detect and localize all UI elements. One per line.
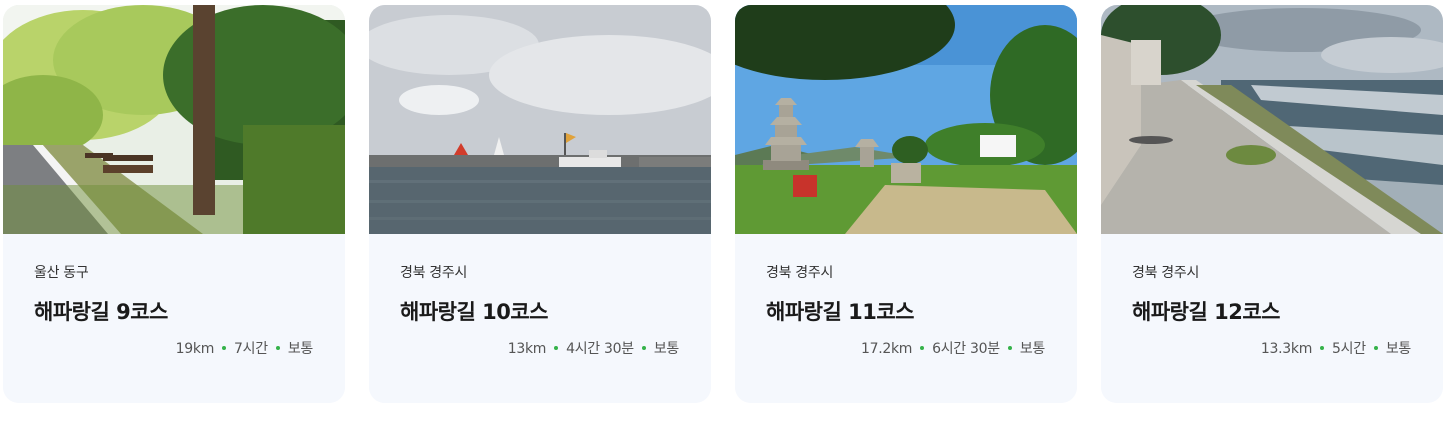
course-difficulty: 보통 — [287, 341, 313, 357]
harbor-photo — [369, 5, 711, 234]
separator-dot-icon — [222, 346, 227, 350]
separator-dot-icon — [920, 346, 925, 350]
separator-dot-icon — [1007, 346, 1012, 350]
pagoda-photo — [735, 5, 1077, 234]
course-info: 경북 경주시 해파랑길 12코스 13.3km 5시간 보통 — [1101, 234, 1443, 403]
course-duration: 5시간 — [1332, 341, 1366, 357]
separator-dot-icon — [554, 346, 559, 350]
course-card-12[interactable]: 경북 경주시 해파랑길 12코스 13.3km 5시간 보통 — [1101, 5, 1443, 403]
coastal-path-photo — [1101, 5, 1443, 234]
course-duration: 4시간 30분 — [566, 341, 634, 357]
separator-dot-icon — [275, 346, 280, 350]
course-distance: 19km — [175, 341, 215, 357]
separator-dot-icon — [1373, 346, 1378, 350]
course-region: 경북 경주시 — [1132, 265, 1200, 281]
park-path-photo — [3, 5, 345, 234]
course-card-list: 울산 동구 해파랑길 9코스 19km 7시간 보통 경북 경주시 해파랑길 1… — [0, 0, 1452, 435]
course-card-10[interactable]: 경북 경주시 해파랑길 10코스 13km 4시간 30분 보통 — [369, 5, 711, 403]
course-title[interactable]: 해파랑길 9코스 — [34, 296, 168, 326]
course-difficulty: 보통 — [653, 341, 679, 357]
course-region: 경북 경주시 — [766, 265, 834, 281]
course-meta: 19km 7시간 보통 — [175, 338, 314, 358]
course-distance: 17.2km — [860, 341, 913, 357]
course-region: 울산 동구 — [34, 265, 89, 281]
course-meta: 13.3km 5시간 보통 — [1261, 338, 1411, 358]
course-info: 경북 경주시 해파랑길 10코스 13km 4시간 30분 보통 — [369, 234, 711, 403]
course-info: 울산 동구 해파랑길 9코스 19km 7시간 보통 — [3, 234, 345, 403]
course-card-11[interactable]: 경북 경주시 해파랑길 11코스 17.2km 6시간 30분 보통 — [735, 5, 1077, 403]
course-difficulty: 보통 — [1019, 341, 1045, 357]
course-card-9[interactable]: 울산 동구 해파랑길 9코스 19km 7시간 보통 — [3, 5, 345, 403]
course-duration: 6시간 30분 — [932, 341, 1000, 357]
course-region: 경북 경주시 — [400, 265, 468, 281]
course-title[interactable]: 해파랑길 12코스 — [1132, 296, 1280, 326]
course-difficulty: 보통 — [1385, 341, 1411, 357]
course-duration: 7시간 — [234, 341, 268, 357]
course-distance: 13km — [507, 341, 547, 357]
course-photo[interactable] — [1101, 5, 1443, 234]
course-distance: 13.3km — [1260, 341, 1313, 357]
course-title[interactable]: 해파랑길 11코스 — [766, 296, 914, 326]
course-photo[interactable] — [3, 5, 345, 234]
course-photo[interactable] — [369, 5, 711, 234]
course-meta: 17.2km 6시간 30분 보통 — [861, 338, 1045, 358]
course-title[interactable]: 해파랑길 10코스 — [400, 296, 548, 326]
course-info: 경북 경주시 해파랑길 11코스 17.2km 6시간 30분 보통 — [735, 234, 1077, 403]
course-photo[interactable] — [735, 5, 1077, 234]
separator-dot-icon — [641, 346, 646, 350]
separator-dot-icon — [1320, 346, 1325, 350]
course-meta: 13km 4시간 30분 보통 — [507, 338, 680, 358]
